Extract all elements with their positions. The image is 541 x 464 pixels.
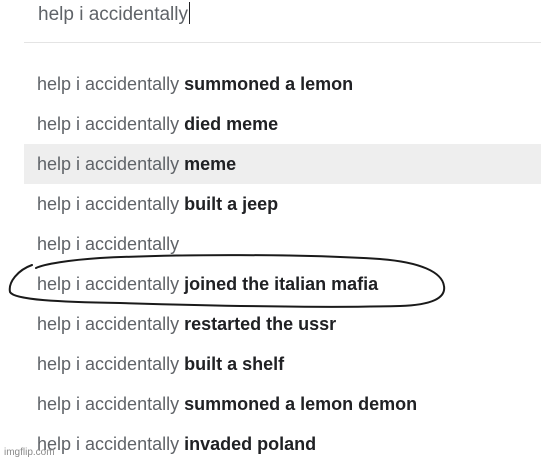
- watermark: imgflip.com: [4, 447, 55, 458]
- search-input[interactable]: help i accidentally: [38, 2, 190, 27]
- suggestion-item[interactable]: help i accidentally summoned a lemon: [24, 64, 541, 104]
- suggestion-prefix: help i accidentally: [37, 114, 180, 134]
- suggestion-prefix: help i accidentally: [37, 194, 180, 214]
- text-caret: [188, 2, 190, 24]
- suggestion-item[interactable]: help i accidentally built a shelf: [24, 344, 541, 384]
- suggestion-completion: summoned a lemon demon: [184, 394, 418, 414]
- suggestion-completion: restarted the ussr: [184, 314, 337, 334]
- suggestion-completion: summoned a lemon: [184, 74, 354, 94]
- suggestion-prefix: help i accidentally: [37, 434, 180, 454]
- suggestion-prefix: help i accidentally: [37, 314, 180, 334]
- suggestion-item[interactable]: help i accidentally invaded poland: [24, 424, 541, 464]
- suggestion-prefix: help i accidentally: [37, 74, 180, 94]
- suggestion-completion: meme: [184, 154, 237, 174]
- suggestion-item-circled[interactable]: help i accidentally joined the italian m…: [24, 264, 541, 304]
- suggestion-prefix: help i accidentally: [37, 154, 180, 174]
- suggestion-list: help i accidentally summoned a lemon hel…: [24, 64, 541, 464]
- suggestion-prefix: help i accidentally: [37, 274, 180, 294]
- suggestion-completion: joined the italian mafia: [184, 274, 379, 294]
- suggestion-item[interactable]: help i accidentally summoned a lemon dem…: [24, 384, 541, 424]
- suggestion-prefix: help i accidentally: [37, 394, 180, 414]
- suggestion-item[interactable]: help i accidentally restarted the ussr: [24, 304, 541, 344]
- search-query-text: help i accidentally: [38, 4, 188, 25]
- suggestion-completion: invaded poland: [184, 434, 317, 454]
- suggestion-prefix: help i accidentally: [37, 234, 180, 254]
- suggestion-item[interactable]: help i accidentally: [24, 224, 541, 264]
- suggestion-item[interactable]: help i accidentally died meme: [24, 104, 541, 144]
- suggestion-completion: died meme: [184, 114, 279, 134]
- suggestion-completion: built a jeep: [184, 194, 279, 214]
- suggestion-prefix: help i accidentally: [37, 354, 180, 374]
- suggestion-item-highlighted[interactable]: help i accidentally meme: [24, 144, 541, 184]
- suggestion-completion: built a shelf: [184, 354, 285, 374]
- suggestion-item[interactable]: help i accidentally built a jeep: [24, 184, 541, 224]
- search-box[interactable]: help i accidentally: [24, 0, 541, 43]
